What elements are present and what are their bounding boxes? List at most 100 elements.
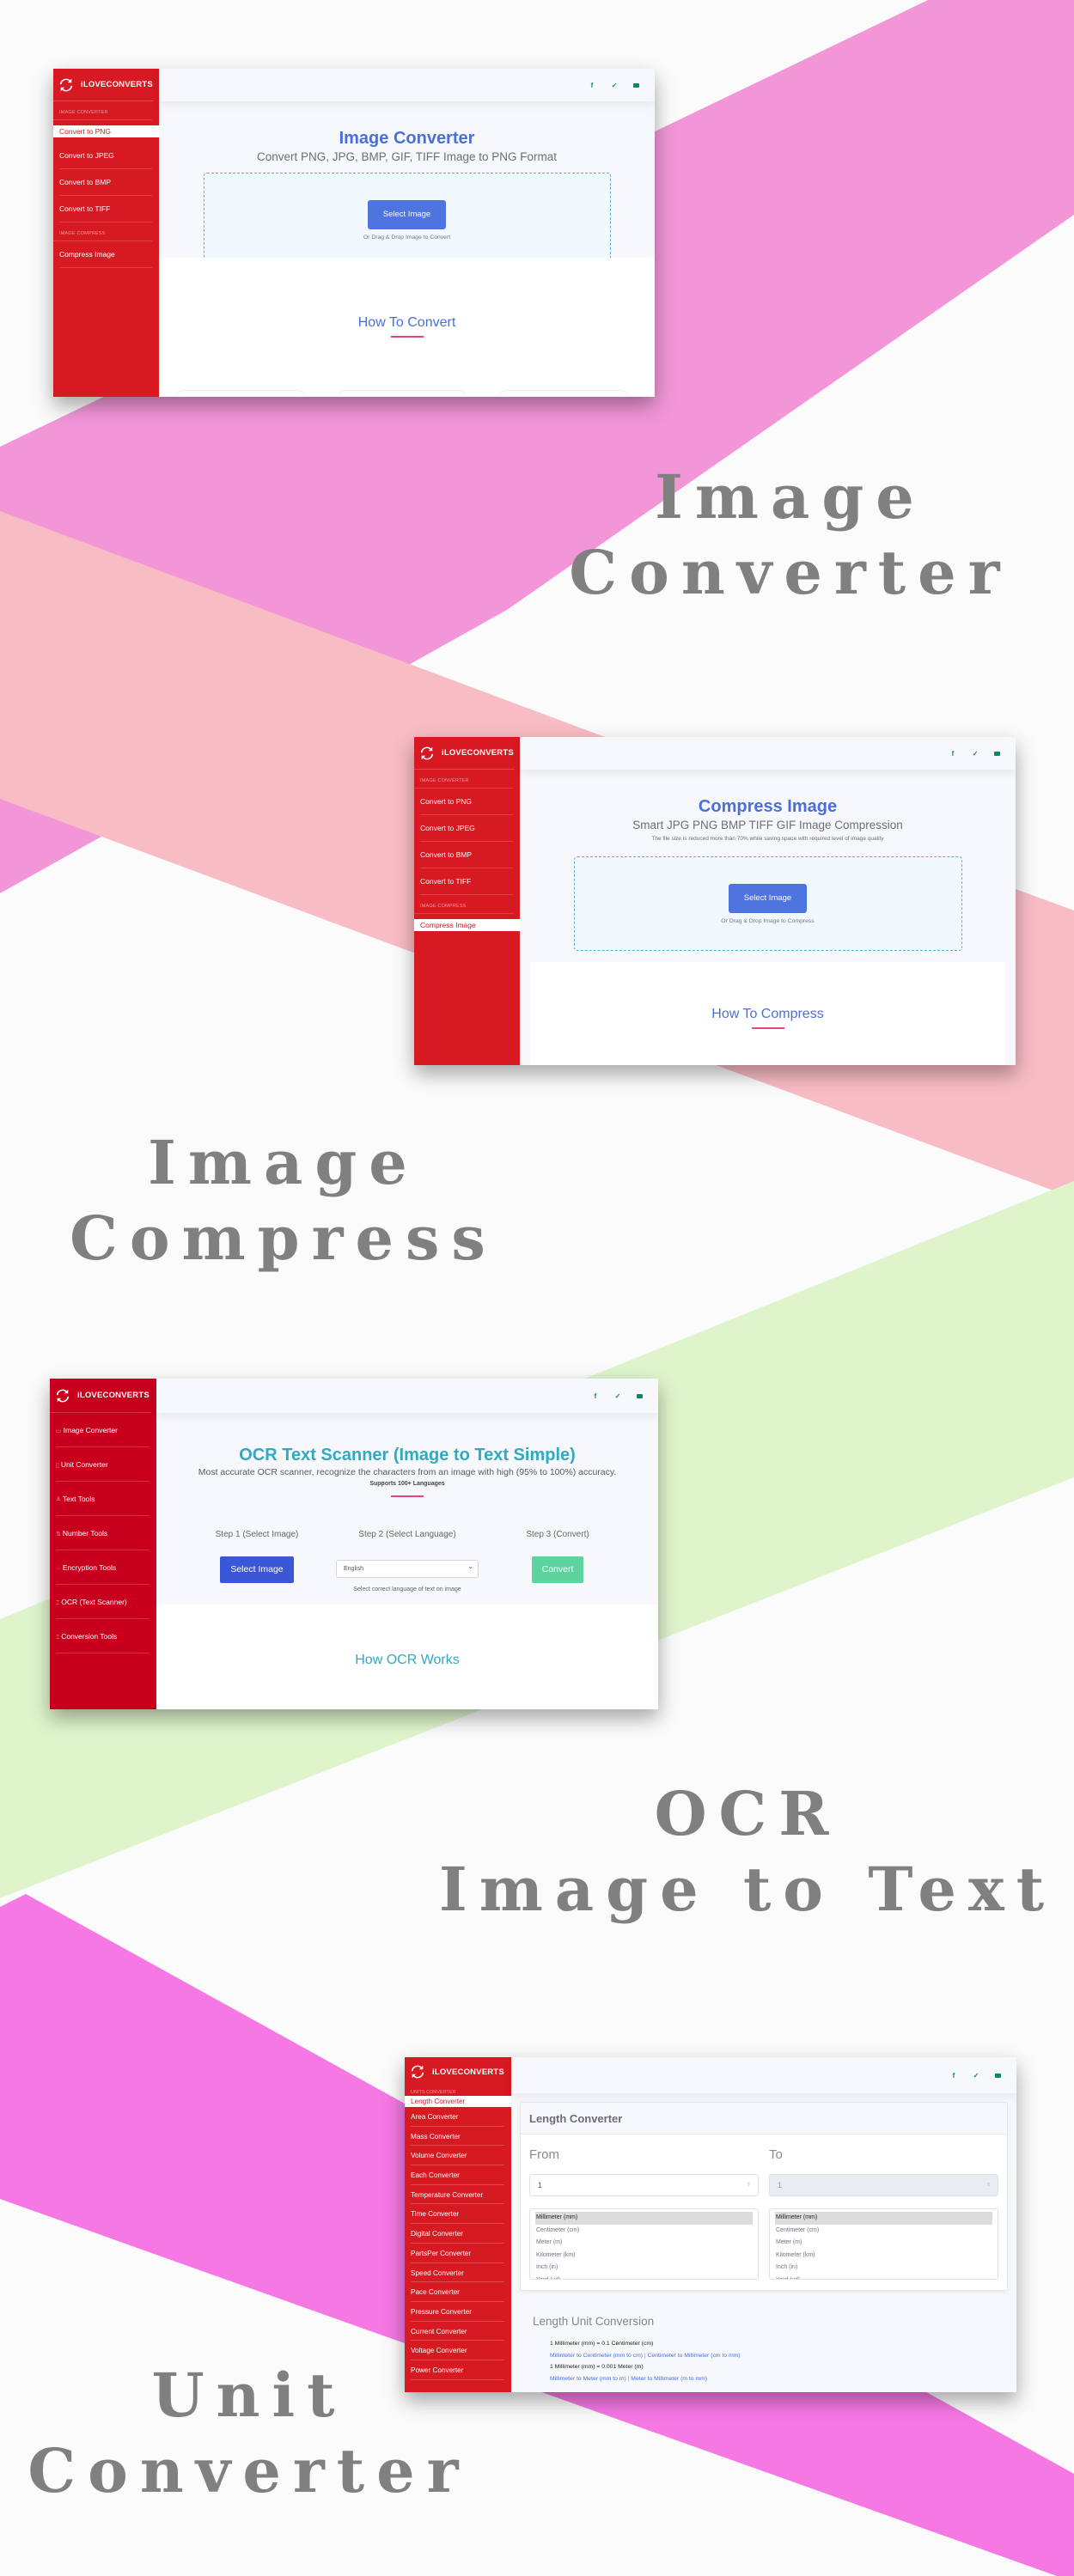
section-label: IMAGE COMPRESS [414, 895, 513, 914]
page-title: Compress Image [698, 797, 838, 816]
conversion-link[interactable]: Millimeter to Centimeter (mm to cm) [550, 2353, 643, 2359]
screenshot-ocr: iLOVECONVERTS ▭ Image Converter ▯ Unit Conv… [50, 1379, 658, 1709]
sync-arrows-icon [420, 746, 434, 759]
unit-option[interactable]: Meter (m) [535, 2237, 753, 2250]
conversion-links: Millimeter to Meter (mm to m) | Meter to… [550, 2373, 1016, 2385]
unit-option[interactable]: Meter (m) [775, 2237, 992, 2250]
sidebar-item-label: Unit Converter [60, 1460, 108, 1469]
sidebar-item-compress-image[interactable]: Compress Image [53, 241, 159, 268]
sidebar-item-label: OCR (Text Scanner) [61, 1598, 127, 1606]
twitter-icon[interactable]: ✓ [614, 1392, 621, 1400]
facebook-icon[interactable]: f [592, 1392, 599, 1400]
unit-option[interactable]: Millimeter (mm) [775, 2212, 992, 2225]
how-to-title: How To Convert [357, 315, 456, 330]
twitter-icon[interactable]: ✓ [973, 2072, 979, 2080]
screenshot-image-converter: iLOVECONVERTS IMAGE CONVERTER Convert to… [53, 69, 655, 397]
sidebar-item-mass-converter[interactable]: Mass Converter [405, 2127, 511, 2147]
screenshot-unit-converter: iLOVECONVERTS UNITS CONVERTER Length Con… [405, 2057, 1016, 2392]
sidebar-item-convert-tiff[interactable]: Convert to TIFF [414, 868, 520, 895]
dropzone[interactable]: Select Image Or Drag & Drop Image to Con… [203, 173, 611, 267]
youtube-icon[interactable] [994, 751, 1000, 756]
from-unit-list[interactable]: Millimeter (mm) Centimeter (cm) Meter (m) K… [529, 2208, 759, 2280]
twitter-icon[interactable]: ✓ [611, 82, 618, 89]
page-description: The file size is reduced more than 70% w… [651, 836, 884, 842]
to-unit-list[interactable]: Millimeter (mm) Centimeter (cm) Meter (m) K… [769, 2208, 998, 2280]
unit-option[interactable]: Centimeter (cm) [535, 2225, 753, 2238]
language-select[interactable]: English [336, 1558, 479, 1578]
conversion-link[interactable]: Meter to Millimeter (m to mm) [631, 2376, 707, 2382]
conversion-fact: 1 Millimeter (mm) = 0.001 Meter (m) [550, 2364, 644, 2370]
sidebar-item-image-converter[interactable]: ▭ Image Converter [50, 1413, 156, 1447]
brand-name: iLOVECONVERTS [77, 1391, 150, 1400]
card-title: Length Converter [521, 2103, 1007, 2134]
convert-button[interactable]: Convert [531, 1556, 584, 1583]
to-column: To 1 Millimeter (mm)Centimeter (cm)Meter… [769, 2143, 998, 2280]
sidebar-item-number-tools[interactable]: ⇅ Number Tools [50, 1516, 156, 1550]
steps-row: Step 1 (Select Image) Select Image Step … [156, 1530, 658, 1592]
sidebar-item-convert-tiff[interactable]: Convert to TIFF [53, 196, 159, 222]
brand-name: iLOVECONVERTS [442, 748, 514, 758]
sidebar-item-power-converter[interactable]: Power Converter [405, 2360, 511, 2380]
brand[interactable]: iLOVECONVERTS [50, 1379, 151, 1413]
to-value-input[interactable]: 1 [769, 2174, 998, 2196]
youtube-icon[interactable] [633, 82, 639, 88]
facebook-icon[interactable]: f [950, 2072, 957, 2080]
select-image-button[interactable]: Select Image [728, 884, 808, 913]
sidebar-item-convert-bmp[interactable]: Convert to BMP [414, 842, 520, 868]
main-content: f ✓ Image Converter Convert PNG, JPG, BM… [159, 69, 655, 397]
unit-option[interactable]: Inch (in) [775, 2262, 992, 2275]
sidebar-item-voltage-converter[interactable]: Voltage Converter [405, 2341, 511, 2360]
step-label: Step 1 (Select Image) [215, 1530, 299, 1539]
main-content: f ✓ Length Converter From 1 Millimeter (… [511, 2057, 1016, 2392]
sidebar-item-speed-converter[interactable]: Speed Converter [405, 2263, 511, 2283]
sidebar-item-convert-jpeg[interactable]: Convert to JPEG [53, 143, 159, 169]
youtube-icon[interactable] [637, 1393, 643, 1398]
conversion-link[interactable]: Centimeter to Millimeter (cm to mm) [648, 2353, 741, 2359]
sidebar-item-length-converter[interactable]: Length Converter [405, 2096, 511, 2107]
brand-name: iLOVECONVERTS [81, 80, 153, 89]
select-image-button[interactable]: Select Image [220, 1556, 294, 1583]
youtube-icon[interactable] [995, 2073, 1001, 2078]
facebook-icon[interactable]: f [949, 750, 956, 758]
twitter-icon[interactable]: ✓ [972, 750, 979, 758]
brand[interactable]: iLOVECONVERTS [414, 737, 515, 770]
headline-line: Image [655, 461, 926, 533]
sidebar-item-current-converter[interactable]: Current Converter [405, 2322, 511, 2342]
sidebar-item-ocr-text-scanner[interactable]: ⌶ OCR (Text Scanner) [50, 1585, 156, 1619]
unit-option[interactable]: Yard (yd) [535, 2275, 753, 2279]
conversion-link[interactable]: Millimeter to Meter (mm to m) [550, 2376, 626, 2382]
sidebar-item-convert-png[interactable]: Convert to PNG [53, 125, 159, 137]
sidebar-item-area-converter[interactable]: Area Converter [405, 2107, 511, 2127]
unit-option[interactable]: Centimeter (cm) [775, 2225, 992, 2238]
unit-option[interactable]: Yard (yd) [775, 2275, 992, 2279]
from-value-input[interactable]: 1 [529, 2174, 759, 2196]
sidebar-item-convert-png[interactable]: Convert to PNG [414, 789, 520, 815]
sidebar-item-partsper-converter[interactable]: PartsPer Converter [405, 2244, 511, 2263]
sidebar-item-convert-jpeg[interactable]: Convert to JPEG [414, 815, 520, 842]
sidebar-item-pace-converter[interactable]: Pace Converter [405, 2282, 511, 2302]
sidebar-item-volume-converter[interactable]: Volume Converter [405, 2146, 511, 2165]
dropzone[interactable]: Select Image Or Drag & Drop Image to Com… [573, 856, 962, 951]
unit-option[interactable]: Kilometer (km) [535, 2250, 753, 2262]
sidebar-item-each-converter[interactable]: Each Converter [405, 2165, 511, 2185]
sidebar-item-text-tools[interactable]: ≜ Text Tools [50, 1482, 156, 1516]
brand[interactable]: iLOVECONVERTS [53, 69, 154, 101]
facebook-icon[interactable]: f [589, 82, 595, 89]
sidebar-item-pressure-converter[interactable]: Pressure Converter [405, 2302, 511, 2322]
select-image-button[interactable]: Select Image [367, 200, 447, 229]
unit-option[interactable]: Millimeter (mm) [535, 2212, 753, 2225]
sidebar: iLOVECONVERTS ▭ Image Converter ▯ Unit Conv… [50, 1379, 156, 1709]
sidebar-item-time-converter[interactable]: Time Converter [405, 2204, 511, 2224]
sidebar-item-unit-converter[interactable]: ▯ Unit Converter [50, 1447, 156, 1482]
unit-option[interactable]: Inch (in) [535, 2262, 753, 2275]
conversion-links: Millimeter to Centimeter (mm to cm) | Ce… [550, 2350, 1016, 2362]
brand[interactable]: iLOVECONVERTS [405, 2057, 506, 2086]
sidebar-item-digital-converter[interactable]: Digital Converter [405, 2224, 511, 2244]
sidebar-item-compress-image[interactable]: Compress Image [414, 919, 520, 931]
sidebar-item-convert-bmp[interactable]: Convert to BMP [53, 169, 159, 196]
unit-option[interactable]: Kilometer (km) [775, 2250, 992, 2262]
headline-image-converter: Image Converter [567, 460, 1014, 611]
sidebar-item-conversion-tools[interactable]: ⌶ Conversion Tools [50, 1619, 156, 1653]
sidebar-item-encryption-tools[interactable]: ⁘ Encryption Tools [50, 1550, 156, 1585]
sidebar-item-temperature-converter[interactable]: Temperature Converter [405, 2185, 511, 2205]
